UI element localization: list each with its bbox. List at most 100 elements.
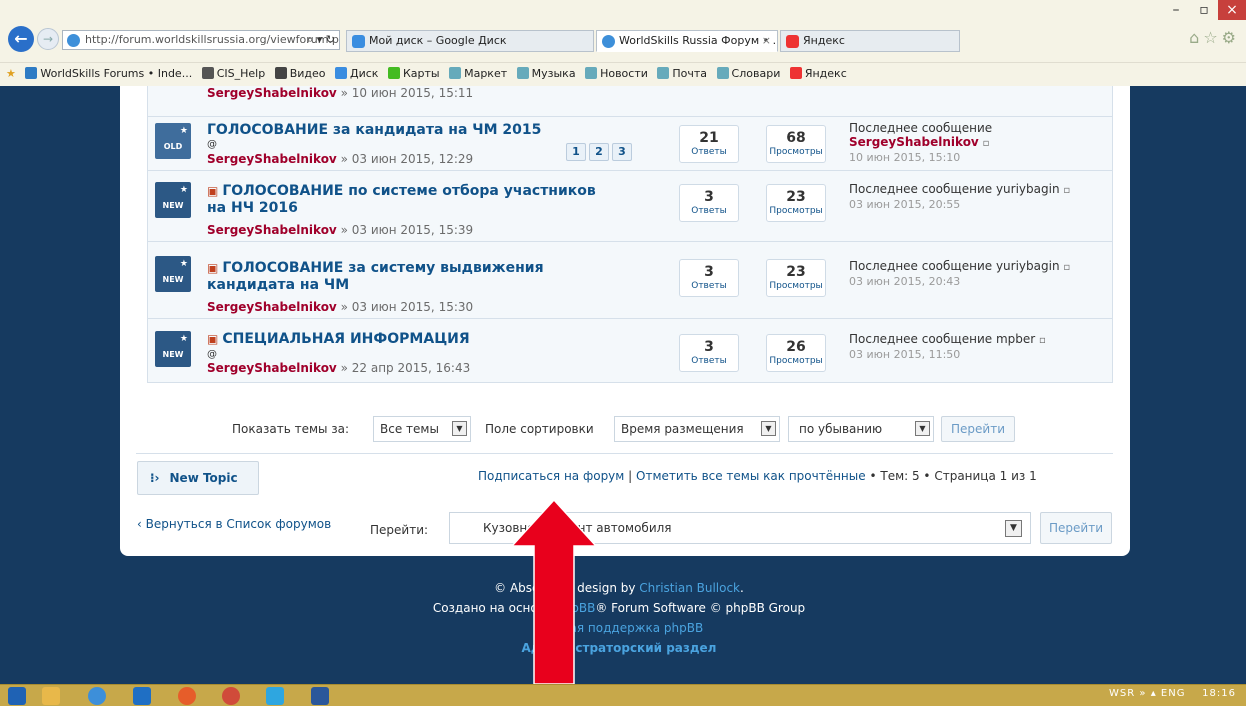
views-count: 26 Просмотры [766,334,826,372]
author-link[interactable]: SergeyShabelnikov [207,86,337,100]
clock: 18:16 [1202,688,1236,699]
topic-new-icon: ★ NEW [155,331,191,367]
topic-new-icon: ★ NEW [155,182,191,218]
topic-author-line: SergeyShabelnikov » 03 июн 2015, 15:30 [207,300,474,314]
address-text: http://forum.worldskillsrussia.org/viewf… [85,33,339,46]
fav-video[interactable]: Видео [274,63,326,85]
new-topic-button[interactable]: ⁝› New Topic [137,461,259,495]
search-refresh-icon[interactable]: ⌕ ▾ ↻ [307,31,335,49]
firefox-icon[interactable] [178,687,196,705]
mark-read-link[interactable]: Отметить все темы как прочтённые [636,469,866,483]
last-post-user-link[interactable]: SergeyShabelnikov [849,135,979,149]
topic-title[interactable]: ▣ ГОЛОСОВАНИЕ по системе отбора участнико… [207,183,596,217]
outlook-icon[interactable] [133,687,151,705]
author-link[interactable]: Christian Bullock [639,581,740,595]
explorer-icon[interactable] [42,687,60,705]
topic-unread-icon: ▣ [207,332,219,346]
topic-new-icon: ★ NEW [155,256,191,292]
replies-count: 3 Ответы [679,259,739,297]
goto-button[interactable]: Перейти [1040,512,1112,544]
tab-google-drive[interactable]: Мой диск – Google Диск [346,30,594,52]
replies-count: 21 Ответы [679,125,739,163]
author-link[interactable]: SergeyShabelnikov [207,152,337,166]
fav-cis-help[interactable]: CIS_Help [201,63,265,85]
maximize-icon[interactable]: ▫ [1190,0,1218,20]
author-link[interactable]: SergeyShabelnikov [207,300,337,314]
author-link[interactable]: SergeyShabelnikov [207,223,337,237]
views-count: 23 Просмотры [766,184,826,222]
back-to-index-link[interactable]: ‹ Вернуться в Список форумов [137,517,331,531]
red-up-arrow-annotation [512,500,596,684]
tab-label: Мой диск – Google Диск [369,34,507,47]
fav-mail[interactable]: Почта [657,63,707,85]
chevron-down-icon: ▼ [1005,520,1022,537]
footer-credit: © Absolution design by Christian Bullock… [494,581,744,595]
views-count: 68 Просмотры [766,125,826,163]
topic-pagination: 123 [563,143,632,161]
chevron-down-icon: ▼ [452,421,467,436]
toolbar-icons[interactable]: ⌂☆⚙ [1189,28,1240,47]
last-post: Последнее сообщение yuriybagin ▫ 03 июн … [849,259,1071,288]
close-tab-icon[interactable]: × [762,31,771,51]
fav-news[interactable]: Новости [585,63,648,85]
ie-icon [602,35,615,48]
favorites-star-icon[interactable]: ★ [6,63,16,85]
ie-icon[interactable] [88,687,106,705]
page-link[interactable]: 3 [612,143,632,161]
fav-dictionaries[interactable]: Словари [716,63,780,85]
windows-taskbar: WSR » ▴ ENG 18:16 [0,684,1246,706]
fav-market[interactable]: Маркет [449,63,507,85]
scrollbar[interactable] [1238,86,1246,684]
word-icon[interactable] [311,687,329,705]
tab-label: WorldSkills Russia Форум • ... [619,34,778,47]
forward-button[interactable]: → [37,28,59,50]
fav-worldskills[interactable]: WorldSkills Forums • Inde... [25,63,192,85]
topic-title[interactable]: ▣ ГОЛОСОВАНИЕ за систему выдвижения кандид… [207,260,544,294]
sort-order-select[interactable]: по убыванию ▼ [788,416,934,442]
drive-icon [352,35,365,48]
close-icon[interactable]: × [1218,0,1246,20]
attachment-icon: @ [207,139,217,150]
address-bar[interactable]: http://forum.worldskillsrussia.org/viewf… [62,30,340,50]
topic-summary: • Тем: 5 • Страница 1 из 1 [869,469,1037,483]
skype-icon[interactable] [266,687,284,705]
topic-title[interactable]: ГОЛОСОВАНИЕ за кандидата на ЧМ 2015 [207,122,541,139]
page-link[interactable]: 2 [589,143,609,161]
fav-yandex[interactable]: Яндекс [789,63,847,85]
fav-maps[interactable]: Карты [387,63,440,85]
author-link[interactable]: SergeyShabelnikov [207,361,337,375]
minimize-icon[interactable]: – [1162,0,1190,20]
view-post-icon[interactable]: ▫ [1039,335,1046,346]
yandex-icon [786,35,799,48]
table-row: ★ NEW ▣ СПЕЦИАЛЬНАЯ ИНФОРМАЦИЯ @ SergeySha… [148,320,1112,382]
back-button[interactable]: ← [8,26,34,52]
table-row: ★ NEW ▣ ГОЛОСОВАНИЕ по системе отбора учас… [148,172,1112,242]
tab-worldskills[interactable]: WorldSkills Russia Форум • ... × [596,30,778,52]
sort-go-button[interactable]: Перейти [941,416,1015,442]
tab-label: Яндекс [803,34,845,47]
show-topics-select[interactable]: Все темы ▼ [373,416,471,442]
forum-panel: SergeyShabelnikov » 10 июн 2015, 15:11 ★… [120,86,1130,556]
ie-icon [67,34,80,47]
tab-yandex[interactable]: Яндекс [780,30,960,52]
topic-title[interactable]: ▣ СПЕЦИАЛЬНАЯ ИНФОРМАЦИЯ [207,331,470,348]
topic-author-line: SergeyShabelnikov » 10 июн 2015, 15:11 [207,86,474,100]
start-icon[interactable] [8,687,26,705]
subscribe-link[interactable]: Подписаться на форум [478,469,624,483]
footer-phpbb: Создано на основе phpBB® Forum Software … [432,601,806,615]
chrome-icon[interactable] [222,687,240,705]
view-post-icon[interactable]: ▫ [983,138,990,149]
sort-field-select[interactable]: Время размещения ▼ [614,416,780,442]
goto-label: Перейти: [370,523,429,537]
system-tray[interactable]: WSR » ▴ ENG 18:16 [1109,688,1236,699]
fav-music[interactable]: Музыка [516,63,576,85]
fav-disk[interactable]: Диск [335,63,378,85]
last-post: Последнее сообщение mpber ▫ 03 июн 2015,… [849,332,1046,361]
view-post-icon[interactable]: ▫ [1063,185,1070,196]
new-topic-icon: ⁝› [150,471,160,485]
view-post-icon[interactable]: ▫ [1063,262,1070,273]
sort-field-label: Поле сортировки [485,422,594,436]
last-post: Последнее сообщение yuriybagin ▫ 03 июн … [849,182,1071,211]
page-link[interactable]: 1 [566,143,586,161]
table-row: SergeyShabelnikov » 10 июн 2015, 15:11 [148,86,1112,117]
